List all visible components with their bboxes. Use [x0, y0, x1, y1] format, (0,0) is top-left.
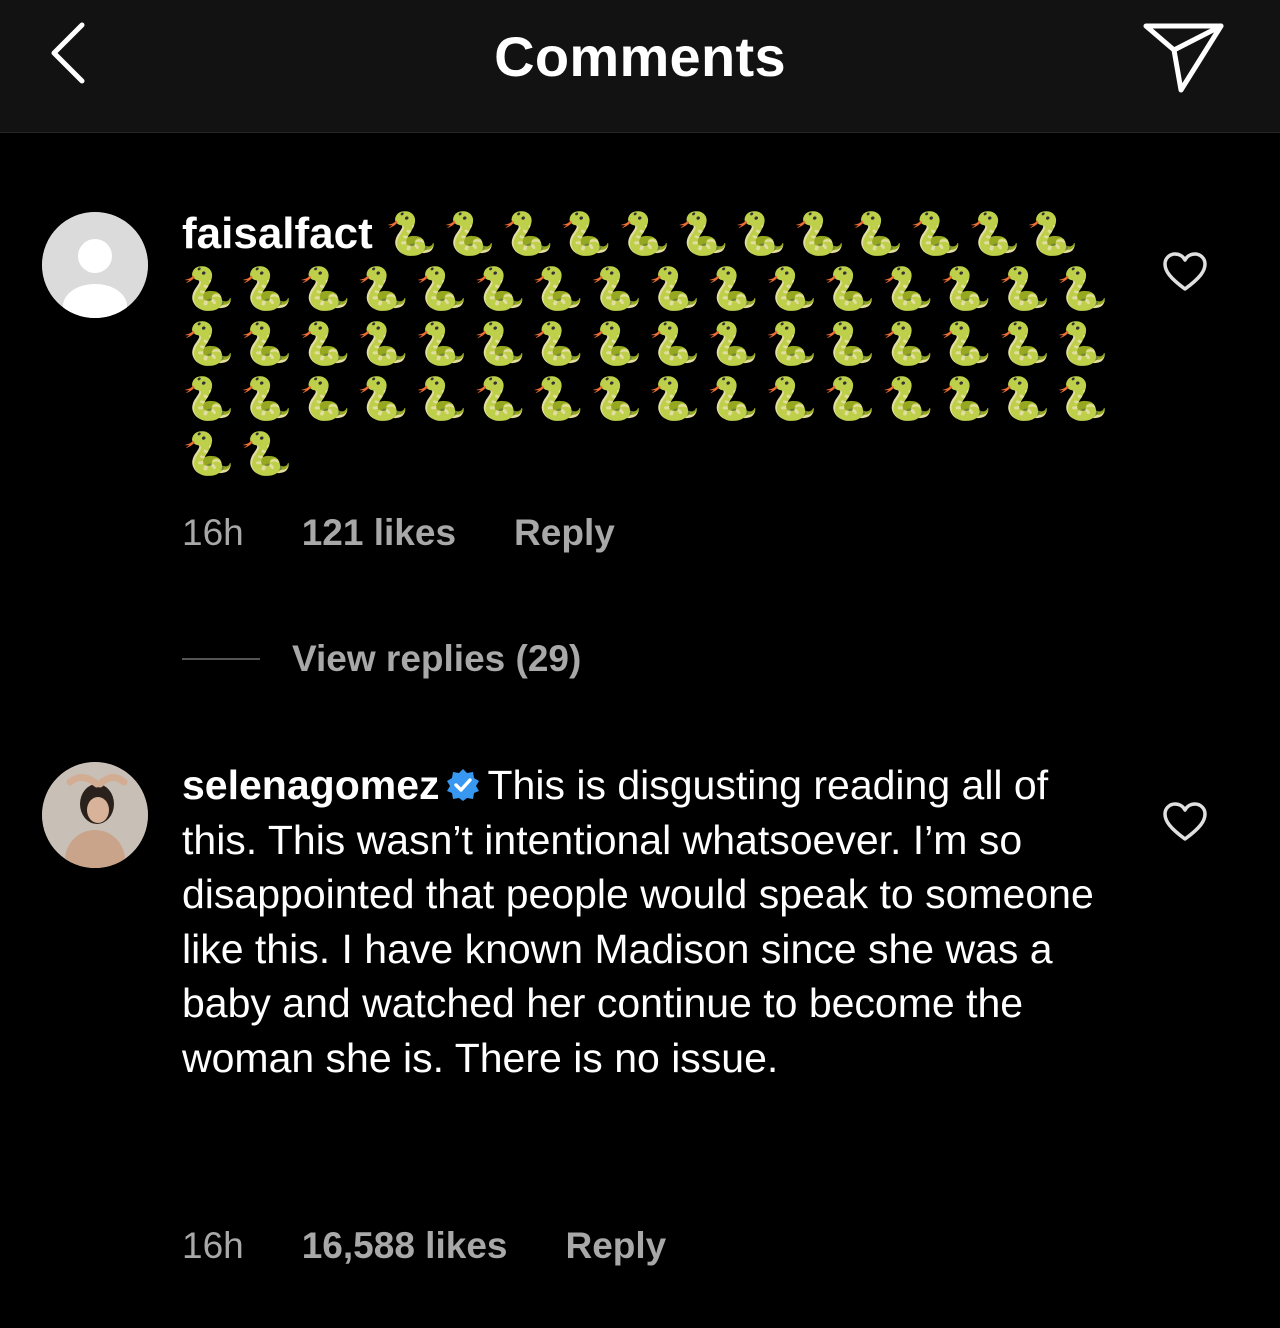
divider-line [182, 658, 260, 660]
comment-likes[interactable]: 121 likes [302, 512, 456, 554]
comment-username[interactable]: faisalfact [182, 209, 373, 258]
comment-time: 16h [182, 1225, 244, 1266]
comment-content: This is disgusting reading all of this. … [182, 762, 1094, 1081]
comment-username[interactable]: selenagomez [182, 762, 440, 808]
share-button[interactable] [1138, 12, 1230, 102]
avatar[interactable] [42, 762, 148, 868]
reply-button[interactable]: Reply [514, 512, 615, 554]
reply-button[interactable]: Reply [565, 1225, 666, 1267]
heart-icon[interactable] [1162, 802, 1208, 842]
comment-time: 16h [182, 512, 244, 553]
comment-text: faisalfact 🐍🐍🐍🐍🐍🐍🐍🐍🐍🐍🐍🐍🐍🐍🐍🐍🐍🐍🐍🐍🐍🐍🐍🐍🐍🐍🐍🐍🐍… [182, 206, 1122, 481]
comment-text: selenagomez This is disgusting reading a… [182, 758, 1122, 1086]
comment-likes[interactable]: 16,588 likes [302, 1225, 508, 1267]
top-bar: Comments [0, 0, 1280, 133]
profile-photo [42, 762, 148, 868]
paper-plane-icon [1143, 23, 1224, 93]
comment-meta: 16h 121 likes Reply [182, 512, 673, 554]
verified-badge-icon [446, 769, 479, 801]
default-avatar-icon [42, 212, 148, 318]
comment-meta: 16h 16,588 likes Reply [182, 1225, 724, 1267]
avatar[interactable] [42, 212, 148, 318]
view-replies-button[interactable]: View replies (29) [182, 636, 581, 682]
heart-icon[interactable] [1162, 252, 1208, 292]
view-replies-label: View replies (29) [292, 638, 582, 679]
page-title: Comments [494, 25, 786, 88]
